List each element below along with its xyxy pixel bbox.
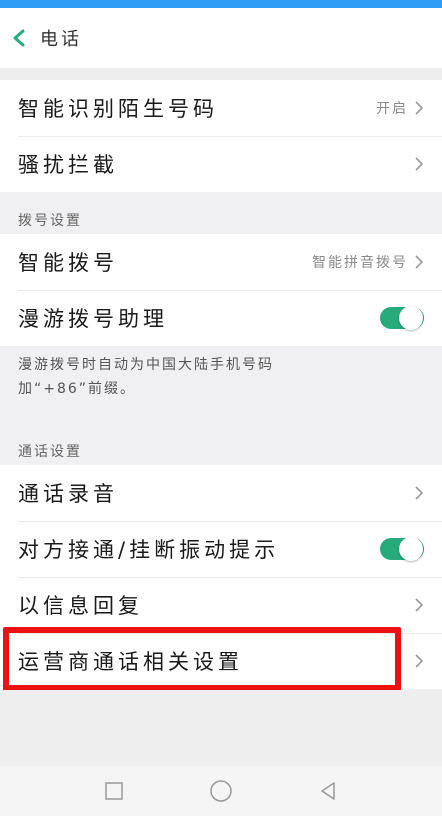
chevron-right-icon xyxy=(415,486,424,500)
chevron-right-icon xyxy=(415,101,424,115)
row-call-recording[interactable]: 通话录音 xyxy=(0,465,442,521)
row-smart-identify[interactable]: 智能识别陌生号码 开启 xyxy=(0,80,442,136)
dial-group: 智能拨号 智能拼音拨号 漫游拨号助理 xyxy=(0,234,442,346)
section-header-dial: 拨号设置 xyxy=(18,213,82,229)
back-button[interactable] xyxy=(308,771,348,811)
triangle-back-icon xyxy=(321,782,336,800)
row-label: 对方接通/挂断振动提示 xyxy=(18,538,280,562)
empty-area xyxy=(0,690,442,766)
chevron-right-icon xyxy=(415,157,424,171)
chevron-right-icon xyxy=(415,654,424,668)
row-value: 开启 xyxy=(376,101,408,117)
row-harassment-block[interactable]: 骚扰拦截 xyxy=(0,136,442,192)
section-header-call: 通话设置 xyxy=(18,444,82,460)
row-label: 以信息回复 xyxy=(18,594,143,618)
row-label: 运营商通话相关设置 xyxy=(18,650,243,674)
top-bar: 电话 xyxy=(0,8,442,68)
circle-home-icon xyxy=(210,780,232,802)
recent-apps-button[interactable] xyxy=(94,771,134,811)
row-connect-vibrate: 对方接通/挂断振动提示 xyxy=(0,521,442,577)
row-value: 智能拼音拨号 xyxy=(312,255,408,271)
general-group: 智能识别陌生号码 开启 骚扰拦截 xyxy=(0,80,442,192)
home-button[interactable] xyxy=(201,771,241,811)
row-right: 开启 xyxy=(376,98,424,118)
row-label: 漫游拨号助理 xyxy=(18,307,168,331)
back-arrow-icon[interactable] xyxy=(0,8,40,68)
row-smart-dial[interactable]: 智能拨号 智能拼音拨号 xyxy=(0,234,442,290)
spacer xyxy=(0,68,442,80)
status-bar xyxy=(0,0,442,8)
roaming-description: 漫游拨号时自动为中国大陆手机号码 加“+86”前缀。 xyxy=(18,353,378,401)
row-label: 骚扰拦截 xyxy=(18,153,118,177)
row-label: 智能识别陌生号码 xyxy=(18,97,218,121)
chevron-right-icon xyxy=(415,598,424,612)
square-recent-icon xyxy=(104,782,123,800)
chevron-right-icon xyxy=(415,255,424,269)
description-line: 加“+86”前缀。 xyxy=(18,381,137,397)
row-roaming-assistant: 漫游拨号助理 xyxy=(0,290,442,346)
toggle-knob xyxy=(399,306,423,330)
vibrate-toggle[interactable] xyxy=(380,537,424,561)
row-right: 智能拼音拨号 xyxy=(312,252,424,272)
row-label: 通话录音 xyxy=(18,482,118,506)
toggle-knob xyxy=(399,537,423,561)
roaming-toggle[interactable] xyxy=(380,306,424,330)
page-title: 电话 xyxy=(40,29,82,50)
row-reply-with-message[interactable]: 以信息回复 xyxy=(0,577,442,633)
description-line: 漫游拨号时自动为中国大陆手机号码 xyxy=(18,357,274,373)
row-carrier-call-settings[interactable]: 运营商通话相关设置 xyxy=(0,633,442,689)
call-group: 通话录音 对方接通/挂断振动提示 以信息回复 运营商通话相关设置 xyxy=(0,465,442,689)
system-nav-bar xyxy=(0,766,442,816)
row-label: 智能拨号 xyxy=(18,251,118,275)
